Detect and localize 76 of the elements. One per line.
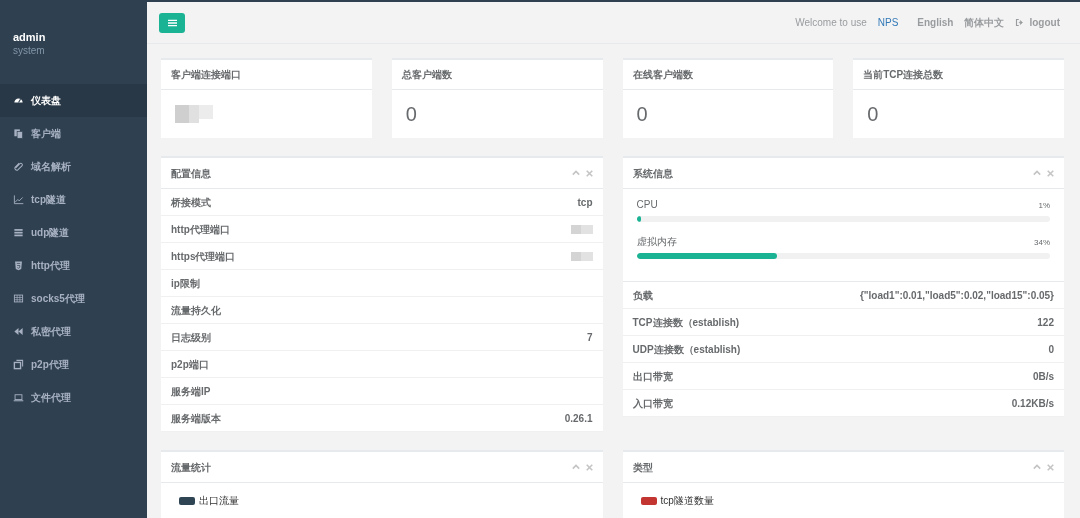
row-label: 入口带宽 [632,396,674,411]
logout-link[interactable]: logout [1015,15,1060,30]
sidebar-item[interactable]: p2p代理 [0,348,147,381]
dashboard-icon [13,95,24,106]
meter-label: 虚拟内存 [636,235,677,249]
row-label: TCP连接数（establish) [632,315,741,330]
row-value: 0 [1048,342,1054,357]
row-value: 0B/s [1032,369,1054,384]
table-icon [13,293,24,304]
panel-title: 流量统计 [171,460,212,475]
sidebar-item[interactable]: socks5代理 [0,282,147,315]
laptop-icon [13,392,24,403]
sidebar-item[interactable]: http代理 [0,249,147,282]
sidebar-item[interactable]: udp隧道 [0,216,147,249]
row-label: 服务端版本 [171,411,222,426]
row-label: 服务端IP [171,384,212,399]
row-label: 流量持久化 [171,303,222,318]
close-icon[interactable] [1047,463,1054,471]
card-title: 当前TCP连接总数 [853,60,1064,90]
row-label: https代理端口 [171,249,237,264]
close-icon[interactable] [585,169,593,177]
collapse-icon[interactable] [1033,169,1041,177]
documents-icon [13,128,24,139]
stat-value: 0 [405,102,417,127]
collapse-icon[interactable] [1033,463,1041,471]
row-label: 日志级别 [171,330,212,345]
line-chart-icon [13,194,24,205]
meter-reading: 34% [1034,237,1050,249]
brand-link[interactable]: NPS [877,15,899,30]
row-value: tcp [577,195,593,210]
collapse-icon[interactable] [571,169,580,177]
row-value: 0.26.1 [564,411,593,426]
row-label: http代理端口 [171,222,231,237]
list-icon [13,227,24,238]
row-value: {"load1":0.01,"load5":0.02,"load15":0.05} [859,288,1054,303]
sidebar-item[interactable]: 域名解析 [0,150,147,183]
welcome-text: Welcome to use [795,16,867,30]
menu-button[interactable] [159,12,185,33]
row-value: 0.12KB/s [1011,396,1054,411]
square-icon [13,359,24,370]
stat-value: 0 [636,102,648,127]
stat-value: 0 [867,102,879,127]
sidebar-item[interactable]: 客户端 [0,117,147,150]
row-value: 7 [586,330,593,345]
sign-out-icon [1015,18,1025,27]
panel-title: 类型 [632,460,654,475]
sidebar-item[interactable]: 仪表盘 [0,84,147,117]
card-title: 客户端连接端口 [161,60,372,90]
card-title: 总客户端数 [391,60,603,90]
close-icon[interactable] [1047,169,1054,177]
meter-label: CPU [636,198,658,212]
collapse-icon[interactable] [571,463,580,471]
row-label: 出口带宽 [632,369,674,384]
legend-label: 出口流量 [199,494,239,508]
panel-title: 配置信息 [171,166,212,181]
sidebar-item[interactable]: 文件代理 [0,381,147,414]
legend-label: tcp隧道数量 [660,494,714,508]
sidebar-item[interactable]: tcp隧道 [0,183,147,216]
meter-reading: 1% [1038,200,1050,212]
user-name: admin [13,30,47,44]
row-value: 122 [1037,315,1054,330]
paperclip-icon [13,161,24,172]
row-label: 桥接模式 [171,195,212,210]
close-icon[interactable] [585,463,593,471]
menu-icon [167,18,177,27]
card-title: 在线客户端数 [622,60,834,90]
language-link[interactable]: 简体中文 [964,15,1005,30]
rewind-icon [13,326,24,337]
user-role: system [13,44,46,58]
row-label: ip限制 [171,276,201,291]
sidebar-item[interactable]: 私密代理 [0,315,147,348]
row-label: 负载 [632,288,654,303]
panel-title: 系统信息 [632,166,674,181]
shield-icon [13,260,24,271]
row-label: UDP连接数（establish) [632,342,742,357]
row-label: p2p端口 [171,357,210,372]
